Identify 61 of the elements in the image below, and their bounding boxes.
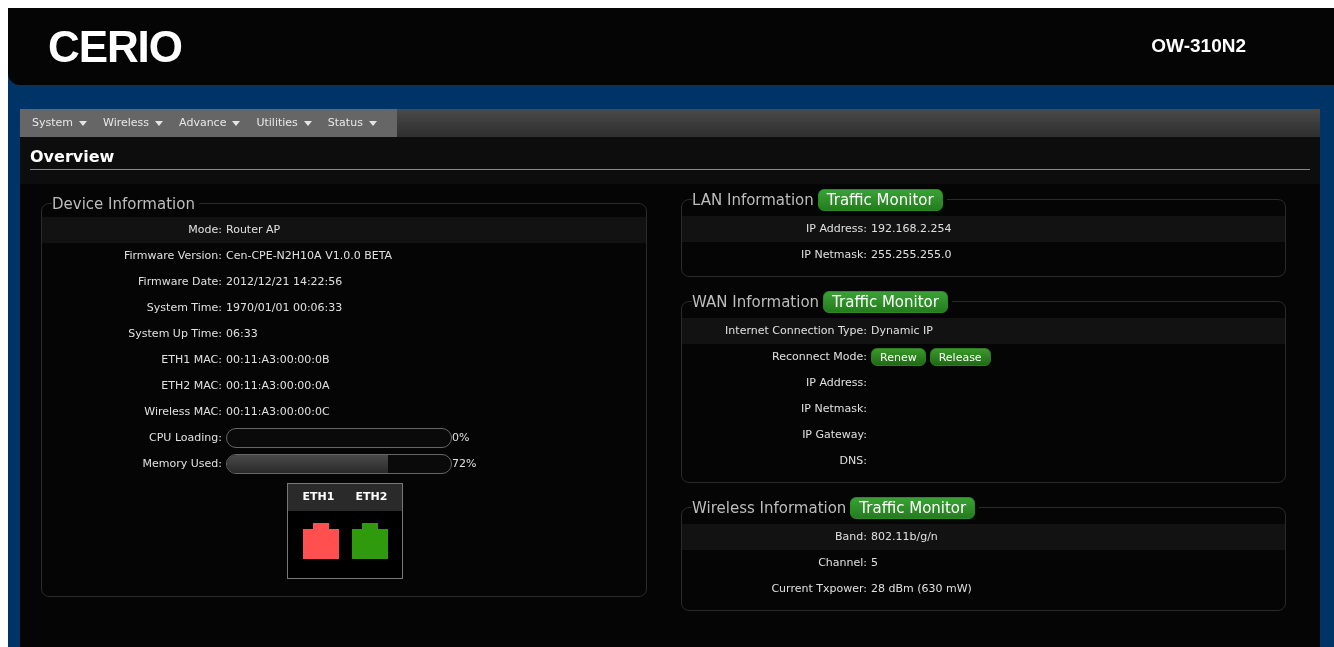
field-label: IP Address: (805, 374, 867, 391)
field-label: System Time: (145, 299, 222, 316)
field-label: Band: (834, 528, 867, 545)
field-label: CPU Loading: (148, 429, 222, 446)
field-value: Cen-CPE-N2H10A V1.0.0 BETA (226, 247, 393, 264)
section-title: LAN Information (692, 190, 814, 211)
meter-reading: 72% (452, 455, 477, 472)
section-title: WAN Information (692, 292, 820, 313)
section-title: Wireless Information (692, 498, 847, 519)
caret-icon (155, 120, 164, 126)
field-label: Firmware Date: (137, 273, 222, 290)
menu-item[interactable]: Wireless (103, 114, 164, 132)
field-value: Router AP (226, 221, 281, 238)
field-value: 192.168.2.254 (871, 220, 952, 237)
caret-icon (303, 120, 312, 126)
field-label: Mode: (187, 221, 222, 238)
port-label: ETH1 (302, 489, 335, 506)
field-label: System Up Time: (127, 325, 222, 342)
field-label: IP Netmask: (800, 246, 867, 263)
section-title: Device Information (52, 194, 195, 215)
model-name: OW-310N2 (1151, 34, 1246, 59)
caret-icon (79, 120, 88, 126)
field-label: Wireless MAC: (143, 403, 222, 420)
logo: CERIO (48, 20, 182, 73)
field-value: 5 (871, 554, 878, 571)
traffic-monitor-button[interactable]: Traffic Monitor (817, 189, 943, 212)
field-label: Internet Connection Type: (724, 322, 867, 339)
port-label: ETH2 (355, 489, 388, 506)
meter-reading: 0% (452, 429, 470, 446)
field-label: Channel: (817, 554, 867, 571)
field-value: 802.11b/g/n (871, 528, 938, 545)
traffic-monitor-button[interactable]: Traffic Monitor (850, 497, 976, 520)
action-button[interactable]: Release (929, 348, 991, 366)
field-value: 1970/01/01 00:06:33 (226, 299, 343, 316)
caret-icon (232, 120, 241, 126)
field-value: 00:11:A3:00:00:0B (226, 351, 330, 368)
field-value: 255.255.255.0 (871, 246, 952, 263)
field-value: 00:11:A3:00:00:0C (226, 403, 330, 420)
field-label: IP Address: (805, 220, 867, 237)
field-label: Firmware Version: (122, 247, 222, 264)
menu-item[interactable]: Status (327, 114, 377, 132)
page-title: Overview (30, 147, 115, 166)
menu-item[interactable]: System (32, 114, 88, 132)
field-value: 2012/12/21 14:22:56 (226, 273, 343, 290)
caret-icon (368, 120, 377, 126)
action-button[interactable]: Renew (871, 348, 926, 366)
menu-item[interactable]: Advance (179, 114, 241, 132)
field-label: IP Gateway: (801, 426, 867, 443)
field-label: ETH2 MAC: (160, 377, 222, 394)
field-value: 06:33 (226, 325, 258, 342)
field-label: Memory Used: (141, 455, 222, 472)
field-value: 28 dBm (630 mW) (871, 580, 972, 597)
field-label: Reconnect Mode: (771, 348, 867, 365)
field-label: IP Netmask: (800, 400, 867, 417)
field-value: Dynamic IP (871, 322, 933, 339)
field-label: ETH1 MAC: (160, 351, 222, 368)
field-label: DNS: (838, 452, 867, 469)
field-label: Current Txpower: (770, 580, 867, 597)
field-value: 00:11:A3:00:00:0A (226, 377, 330, 394)
traffic-monitor-button[interactable]: Traffic Monitor (823, 291, 948, 314)
menu-item[interactable]: Utilities (256, 114, 312, 132)
